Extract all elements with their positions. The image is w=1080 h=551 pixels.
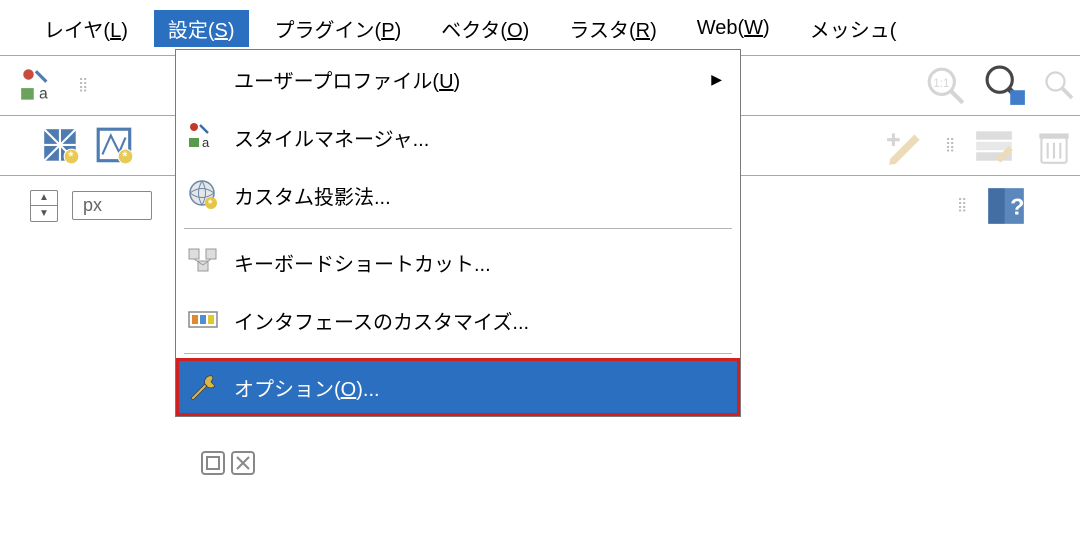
blank-icon (186, 62, 220, 96)
svg-text:a: a (39, 85, 48, 102)
unit-field[interactable]: px (72, 191, 152, 220)
menu-item-label: ユーザープロファイル(U) (234, 65, 697, 94)
svg-text:*: * (68, 149, 73, 163)
menu-plugin[interactable]: プラグイン(P) (261, 10, 416, 47)
menu-item-user-profile[interactable]: ユーザープロファイル(U) ▶ (176, 50, 740, 108)
menu-item-custom-crs[interactable]: * カスタム投影法... (176, 166, 740, 224)
svg-text:?: ? (1010, 193, 1024, 219)
svg-text:*: * (122, 149, 127, 163)
attribute-table-icon[interactable] (973, 125, 1015, 167)
menu-layer[interactable]: レイヤ(L) (30, 10, 142, 47)
menu-item-label: スタイルマネージャ... (234, 123, 722, 152)
zoom-selection-icon[interactable] (985, 65, 1027, 107)
panel-close-icon[interactable] (230, 450, 256, 482)
wrench-icon (186, 370, 220, 404)
submenu-arrow-icon: ▶ (711, 71, 722, 88)
zoom-1to1-icon[interactable]: 1:1 (925, 65, 967, 107)
menu-settings[interactable]: 設定(S) (154, 10, 249, 47)
menu-item-label: キーボードショートカット... (234, 248, 722, 277)
globe-gear-icon: * (186, 178, 220, 212)
menu-raster[interactable]: ラスタ(R) (555, 10, 670, 47)
vertex-tool-icon[interactable]: * (94, 125, 136, 167)
menu-separator (184, 228, 732, 229)
help-icon[interactable]: ? (985, 185, 1027, 227)
toolbar-drag-handle[interactable] (78, 66, 88, 106)
menu-separator (184, 353, 732, 354)
menu-item-customize[interactable]: インタフェースのカスタマイズ... (176, 291, 740, 349)
menu-item-label: オプション(O)... (234, 373, 722, 402)
style-manager-icon: a (186, 120, 220, 154)
stepper-up[interactable]: ▲ (31, 191, 57, 207)
panel-expand-icon[interactable] (200, 450, 226, 482)
menu-item-options[interactable]: オプション(O)... (176, 358, 740, 416)
menu-vector[interactable]: ベクタ(O) (427, 10, 543, 47)
stepper-down[interactable]: ▼ (31, 206, 57, 221)
menu-item-shortcuts[interactable]: キーボードショートカット... (176, 233, 740, 291)
svg-text:a: a (202, 135, 210, 150)
style-manager-icon[interactable]: a (18, 65, 60, 107)
shortcut-icon (186, 245, 220, 279)
menu-item-label: インタフェースのカスタマイズ... (234, 306, 722, 335)
delete-icon[interactable] (1033, 125, 1075, 167)
svg-text:*: * (208, 198, 213, 210)
menu-item-label: カスタム投影法... (234, 181, 722, 210)
zoom-overlap-icon[interactable] (1045, 65, 1075, 107)
panel-controls (200, 450, 256, 482)
edit-layer-icon[interactable] (885, 125, 927, 167)
settings-dropdown: ユーザープロファイル(U) ▶ a スタイルマネージャ... * カスタム投影法… (175, 49, 741, 417)
customize-icon (186, 303, 220, 337)
menu-item-style-manager[interactable]: a スタイルマネージャ... (176, 108, 740, 166)
menubar: レイヤ(L) 設定(S) プラグイン(P) ベクタ(O) ラスタ(R) Web(… (0, 0, 1080, 55)
menu-mesh[interactable]: メッシュ( (796, 10, 911, 47)
toolbar-drag-handle[interactable] (945, 126, 955, 166)
stepper[interactable]: ▲ ▼ (30, 190, 58, 222)
snap-grid-icon[interactable]: * (40, 125, 82, 167)
menu-web[interactable]: Web(W) (683, 13, 784, 44)
svg-text:1:1: 1:1 (933, 78, 949, 90)
toolbar-drag-handle[interactable] (957, 186, 967, 226)
